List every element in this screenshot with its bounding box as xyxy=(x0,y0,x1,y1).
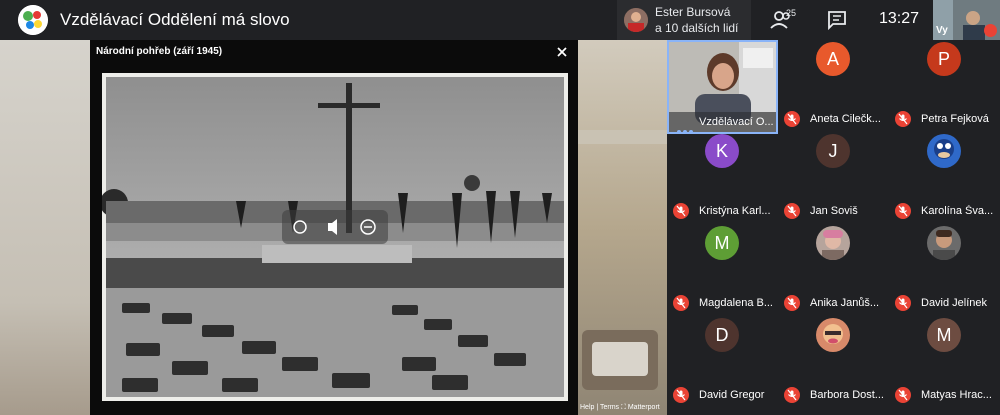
participant-photo-avatar xyxy=(927,134,961,168)
participant-name: Anika Janůš... xyxy=(810,297,880,309)
speaking-indicator xyxy=(677,121,695,132)
participant-tile[interactable]: M Magdalena B... xyxy=(667,224,777,316)
close-icon xyxy=(557,47,567,57)
participant-photo-avatar xyxy=(816,318,850,352)
mic-off-icon xyxy=(673,387,689,403)
meeting-title: Vzdělávací Oddělení má slovo xyxy=(60,10,290,29)
mic-off-icon xyxy=(784,111,800,127)
top-bar: Vzdělávací Oddělení má slovo Ester Burso… xyxy=(0,0,1000,40)
participant-avatar: M xyxy=(927,318,961,352)
participant-avatar: M xyxy=(705,226,739,260)
mic-off-icon xyxy=(784,387,800,403)
presenter-others: a 10 dalších lidí xyxy=(655,21,739,35)
presentation-stage: Národní pohřeb (září 1945) xyxy=(0,40,667,415)
avatar-initial: K xyxy=(715,141,728,161)
participant-tile[interactable]: Barbora Dost... xyxy=(778,316,888,408)
people-count-badge: 25 xyxy=(786,8,797,18)
image-viewer-modal: Národní pohřeb (září 1945) xyxy=(90,40,578,415)
mic-off-icon xyxy=(895,203,911,219)
mic-off-icon xyxy=(895,387,911,403)
stage-background-left xyxy=(0,40,100,415)
participant-tile[interactable]: D David Gregor xyxy=(667,316,777,408)
participant-name: Barbora Dost... xyxy=(810,389,884,401)
self-view-tile[interactable]: Vy xyxy=(933,0,1000,40)
participant-avatar: K xyxy=(705,134,739,168)
avatar-initial: A xyxy=(826,49,839,69)
self-mic-off-icon xyxy=(984,24,997,37)
participant-grid: Vzdělávací O... A Aneta Cilečk... P Petr… xyxy=(667,40,1000,415)
close-button[interactable] xyxy=(554,44,570,60)
avatar-initial: D xyxy=(715,325,729,345)
self-label: Vy xyxy=(936,25,948,36)
participant-photo-avatar xyxy=(927,226,961,260)
chat-button[interactable] xyxy=(824,8,850,32)
mic-off-icon xyxy=(784,203,800,219)
avatar-initial: J xyxy=(828,141,838,161)
participant-label: Kristýna Karl... xyxy=(673,203,777,219)
stage-background-right xyxy=(578,40,667,415)
participant-tile[interactable]: Anika Janůš... xyxy=(778,224,888,316)
participant-label: Aneta Cilečk... xyxy=(784,111,888,127)
mic-off-icon xyxy=(673,203,689,219)
matterport-footer[interactable]: Help | Terms ⛶ Matterport xyxy=(580,404,660,412)
participant-name: Matyas Hrac... xyxy=(921,389,992,401)
participant-label: Magdalena B... xyxy=(673,295,777,311)
participant-name: Jan Soviš xyxy=(810,205,858,217)
active-speaker-tile[interactable]: Vzdělávací O... xyxy=(667,40,778,134)
presenter-avatar xyxy=(624,8,648,32)
participant-name: Karolína Šva... xyxy=(921,205,994,217)
mic-off-icon xyxy=(673,295,689,311)
participant-label: Barbora Dost... xyxy=(784,387,888,403)
participant-tile[interactable]: A Aneta Cilečk... xyxy=(778,40,888,132)
participant-avatar: P xyxy=(927,42,961,76)
participant-label: Matyas Hrac... xyxy=(895,387,999,403)
participant-name: Magdalena B... xyxy=(699,297,773,309)
avatar-initial: M xyxy=(714,233,730,253)
participant-tile[interactable]: K Kristýna Karl... xyxy=(667,132,777,224)
modal-title: Národní pohřeb (září 1945) xyxy=(96,46,223,57)
participant-label: Karolína Šva... xyxy=(895,203,999,219)
participant-name: Vzdělávací O... xyxy=(699,116,774,128)
participant-tile[interactable]: M Matyas Hrac... xyxy=(889,316,999,408)
participant-name: Kristýna Karl... xyxy=(699,205,771,217)
participant-avatar: A xyxy=(816,42,850,76)
presenter-name: Ester Bursová xyxy=(655,5,731,19)
chat-icon xyxy=(828,11,846,31)
participant-tile[interactable]: P Petra Fejková xyxy=(889,40,999,132)
participant-label: David Jelínek xyxy=(895,295,999,311)
participant-tile[interactable]: David Jelínek xyxy=(889,224,999,316)
historical-photo xyxy=(102,73,568,401)
participant-label: Jan Soviš xyxy=(784,203,888,219)
participant-name: David Jelínek xyxy=(921,297,988,309)
participant-avatar: D xyxy=(705,318,739,352)
mic-off-icon xyxy=(895,111,911,127)
participant-name: Petra Fejková xyxy=(921,113,989,125)
presenter-chip[interactable]: Ester Bursová a 10 dalších lidí xyxy=(617,0,751,40)
mic-off-icon xyxy=(895,295,911,311)
participant-label: David Gregor xyxy=(673,387,777,403)
participant-photo-avatar xyxy=(816,226,850,260)
avatar-initial: P xyxy=(937,49,950,69)
participant-name: Aneta Cilečk... xyxy=(810,113,881,125)
participant-tile[interactable]: J Jan Soviš xyxy=(778,132,888,224)
participant-label: Petra Fejková xyxy=(895,111,999,127)
avatar-initial: M xyxy=(936,325,952,345)
participant-avatar: J xyxy=(816,134,850,168)
participant-tile[interactable]: Karolína Šva... xyxy=(889,132,999,224)
mic-off-icon xyxy=(784,295,800,311)
meeting-logo-icon xyxy=(18,5,48,35)
clock: 13:27 xyxy=(879,10,920,27)
participant-name: David Gregor xyxy=(699,389,765,401)
participant-label: Anika Janůš... xyxy=(784,295,888,311)
